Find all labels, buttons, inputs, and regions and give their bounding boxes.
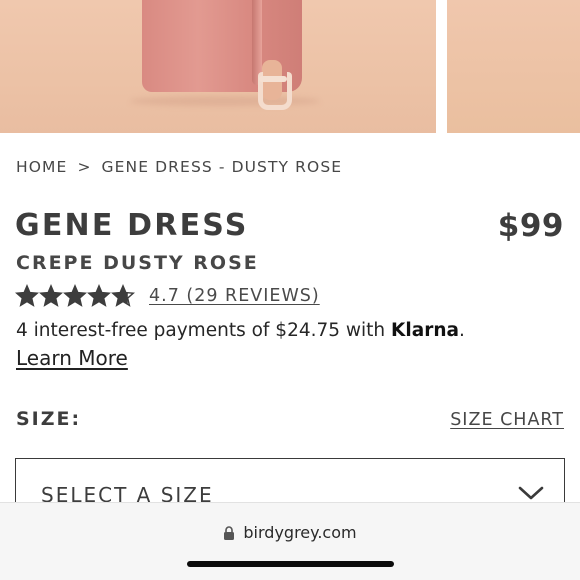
product-price: $99 xyxy=(497,208,564,244)
star-icon xyxy=(87,284,111,307)
sandal-strap xyxy=(259,76,287,82)
star-icon xyxy=(63,284,87,307)
star-icon xyxy=(15,284,39,307)
klarna-message: 4 interest-free payments of $24.75 with … xyxy=(16,320,465,341)
klarna-text: 4 interest-free payments of $24.75 with xyxy=(16,320,392,341)
star-icon xyxy=(39,284,63,307)
home-indicator[interactable] xyxy=(187,561,394,567)
product-image-gallery[interactable] xyxy=(0,0,580,133)
breadcrumb-separator: > xyxy=(77,158,92,176)
breadcrumb: HOME > GENE DRESS - DUSTY ROSE xyxy=(16,158,342,176)
klarna-logo: Klarna xyxy=(391,320,459,341)
product-title: GENE DRESS xyxy=(15,208,249,243)
browser-bottom-bar: birdygrey.com xyxy=(0,502,580,580)
size-chart-link[interactable]: SIZE CHART xyxy=(450,410,564,430)
product-photo-next[interactable] xyxy=(447,0,580,133)
rating-stars[interactable] xyxy=(15,284,135,308)
url-text: birdygrey.com xyxy=(243,523,357,542)
lock-icon xyxy=(224,525,235,540)
reviews-link[interactable]: 4.7 (29 REVIEWS) xyxy=(149,286,320,306)
breadcrumb-current: GENE DRESS - DUSTY ROSE xyxy=(101,158,343,176)
learn-more-link[interactable]: Learn More xyxy=(16,346,128,370)
size-label: SIZE: xyxy=(16,408,82,430)
address-bar[interactable]: birdygrey.com xyxy=(0,523,580,542)
rating-row: 4.7 (29 REVIEWS) xyxy=(15,284,320,308)
product-photo-main[interactable] xyxy=(0,0,436,133)
breadcrumb-home[interactable]: HOME xyxy=(16,158,67,176)
klarna-suffix: . xyxy=(459,320,465,341)
product-variant: CREPE DUSTY ROSE xyxy=(16,252,259,274)
star-icon xyxy=(111,284,135,307)
chevron-down-icon xyxy=(518,486,544,500)
